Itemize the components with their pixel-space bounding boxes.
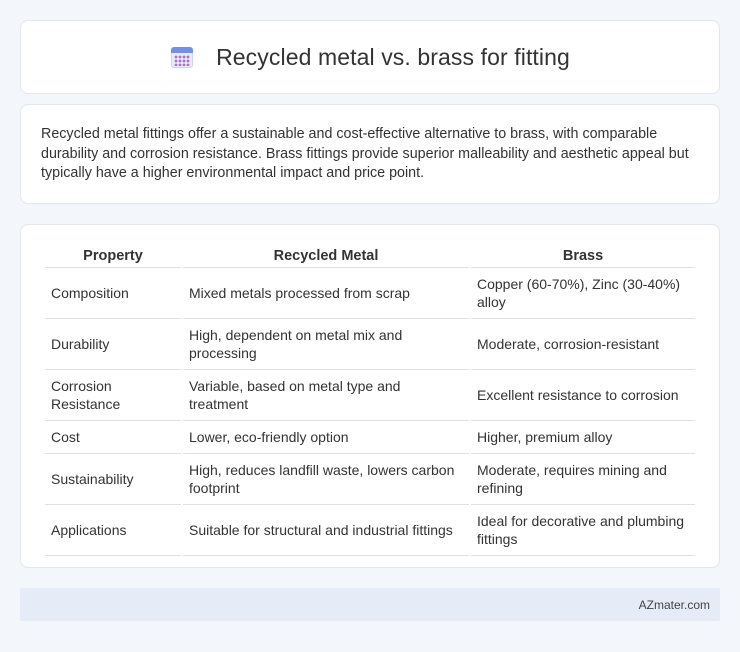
cell-property: Durability: [45, 319, 181, 370]
cell-brass: Ideal for decorative and plumbing fittin…: [471, 505, 695, 556]
header-property: Property: [45, 245, 181, 268]
cell-brass: Moderate, corrosion-resistant: [471, 319, 695, 370]
cell-brass: Excellent resistance to corrosion: [471, 370, 695, 421]
cell-recycled-metal: High, reduces landfill waste, lowers car…: [183, 454, 469, 505]
page-title: Recycled metal vs. brass for fitting: [216, 43, 570, 70]
comparison-table: Property Recycled Metal Brass Compositio…: [43, 245, 697, 556]
header-brass: Brass: [471, 245, 695, 268]
cell-recycled-metal: High, dependent on metal mix and process…: [183, 319, 469, 370]
table-row: Sustainability High, reduces landfill wa…: [45, 454, 695, 505]
table-row: Applications Suitable for structural and…: [45, 505, 695, 556]
cell-brass: Copper (60-70%), Zinc (30-40%) alloy: [471, 268, 695, 319]
cell-recycled-metal: Mixed metals processed from scrap: [183, 268, 469, 319]
summary-text: Recycled metal fittings offer a sustaina…: [41, 126, 689, 181]
table-row: Composition Mixed metals processed from …: [45, 268, 695, 319]
table-row: Durability High, dependent on metal mix …: [45, 319, 695, 370]
cell-property: Corrosion Resistance: [45, 370, 181, 421]
cell-property: Composition: [45, 268, 181, 319]
cell-brass: Higher, premium alloy: [471, 421, 695, 454]
header-card: Recycled metal vs. brass for fitting: [20, 20, 720, 94]
footer-bar: AZmater.com: [20, 588, 720, 621]
table-row: Cost Lower, eco-friendly option Higher, …: [45, 421, 695, 454]
summary-card: Recycled metal fittings offer a sustaina…: [20, 104, 720, 204]
cell-recycled-metal: Lower, eco-friendly option: [183, 421, 469, 454]
title-wrap: Recycled metal vs. brass for fitting: [170, 44, 570, 71]
calendar-icon: [170, 45, 194, 69]
footer-site-link[interactable]: AZmater.com: [639, 598, 710, 612]
header-recycled-metal: Recycled Metal: [183, 245, 469, 268]
cell-brass: Moderate, requires mining and refining: [471, 454, 695, 505]
comparison-table-card: Property Recycled Metal Brass Compositio…: [20, 224, 720, 568]
cell-property: Sustainability: [45, 454, 181, 505]
cell-property: Applications: [45, 505, 181, 556]
cell-property: Cost: [45, 421, 181, 454]
cell-recycled-metal: Variable, based on metal type and treatm…: [183, 370, 469, 421]
cell-recycled-metal: Suitable for structural and industrial f…: [183, 505, 469, 556]
table-row: Corrosion Resistance Variable, based on …: [45, 370, 695, 421]
table-header-row: Property Recycled Metal Brass: [45, 245, 695, 268]
